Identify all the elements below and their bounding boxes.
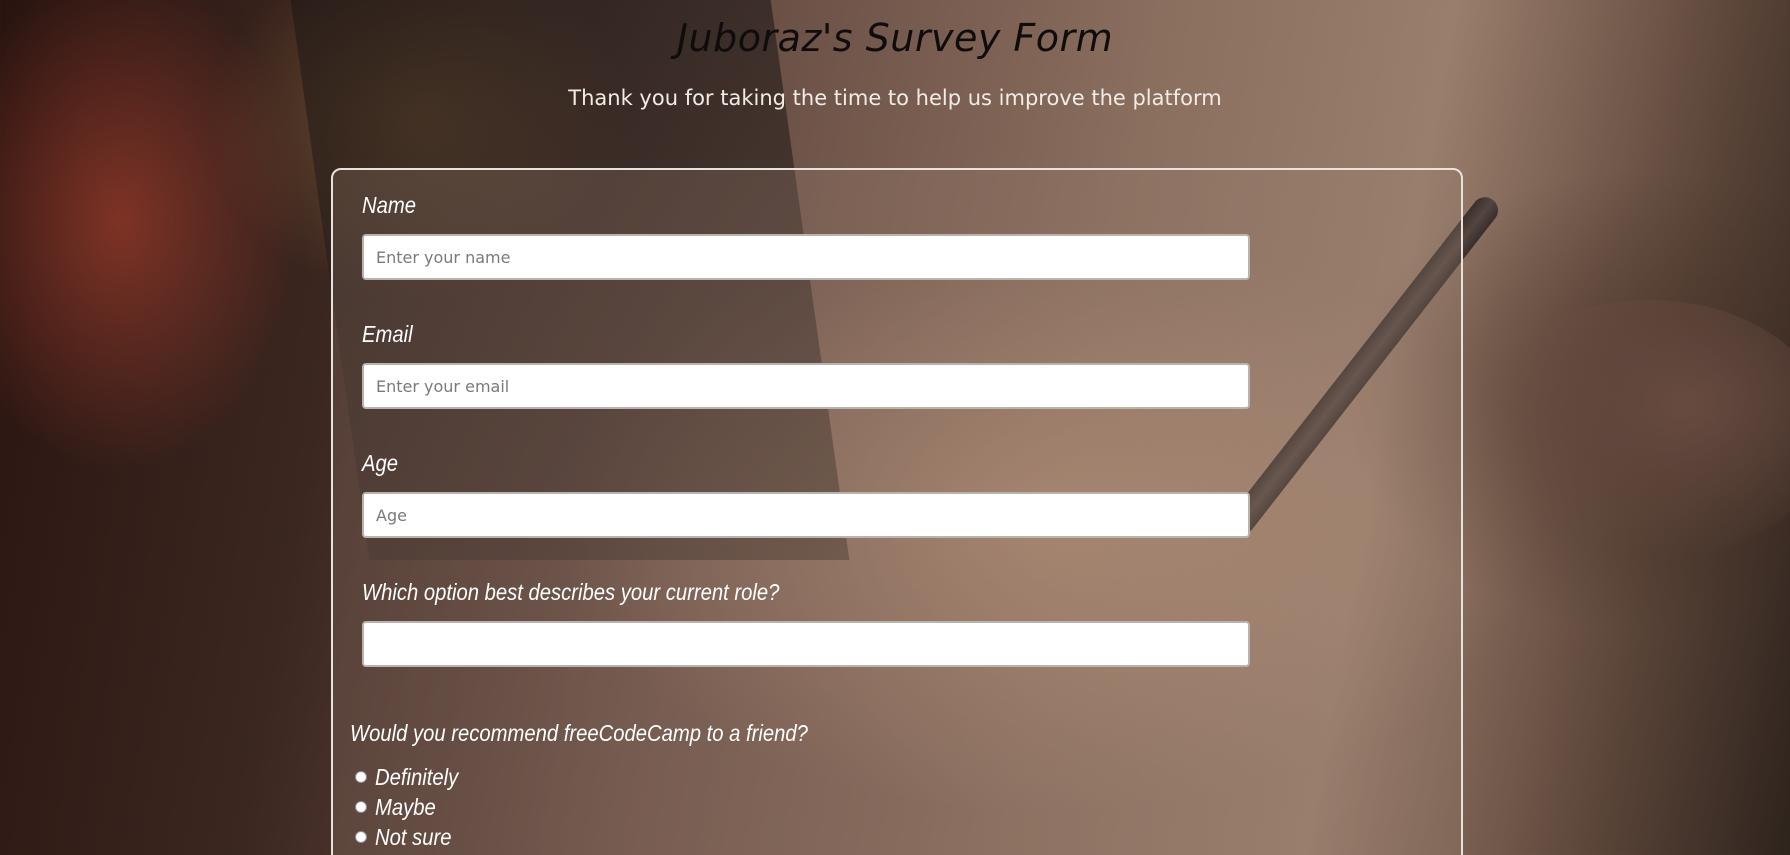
age-label: Age <box>362 450 399 476</box>
page-description: Thank you for taking the time to help us… <box>568 86 1222 110</box>
radio-button[interactable] <box>355 831 367 843</box>
radio-label: Definitely <box>375 763 459 790</box>
background-hand <box>1470 300 1790 560</box>
age-input[interactable] <box>362 492 1250 538</box>
email-input[interactable] <box>362 363 1250 409</box>
recommend-option-maybe[interactable]: Maybe <box>355 794 444 820</box>
radio-label: Maybe <box>375 793 436 820</box>
recommend-option-not-sure[interactable]: Not sure <box>355 824 462 850</box>
page-header: Juboraz's Survey Form Thank you for taki… <box>0 0 1790 110</box>
radio-button[interactable] <box>355 801 367 813</box>
survey-form: Name Email Age Which option best describ… <box>331 168 1463 855</box>
recommend-question: Would you recommend freeCodeCamp to a fr… <box>350 720 808 746</box>
page-title: Juboraz's Survey Form <box>676 16 1114 60</box>
email-label: Email <box>362 321 413 347</box>
name-label: Name <box>362 192 416 218</box>
name-input[interactable] <box>362 234 1250 280</box>
role-dropdown[interactable] <box>362 621 1250 667</box>
role-label: Which option best describes your current… <box>362 579 780 605</box>
recommend-option-definitely[interactable]: Definitely <box>355 764 470 790</box>
radio-label: Not sure <box>375 823 452 850</box>
radio-button[interactable] <box>355 771 367 783</box>
